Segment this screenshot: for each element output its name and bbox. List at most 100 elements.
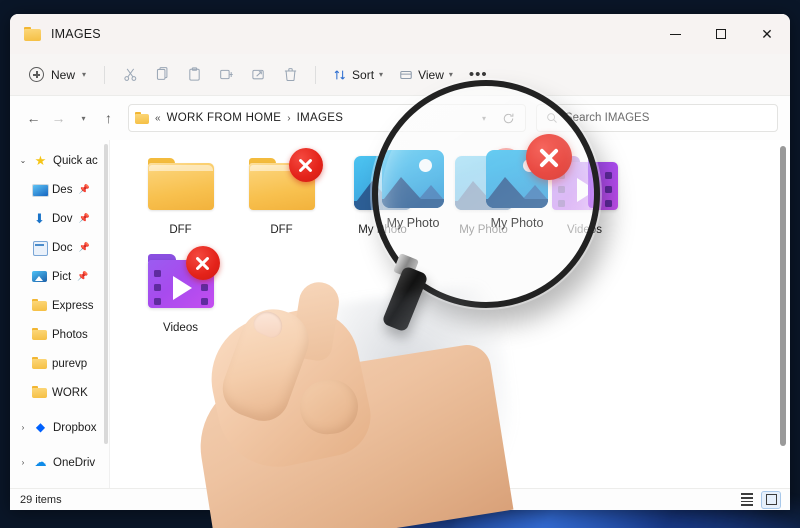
sidebar-item-label: Photos (52, 328, 88, 341)
cut-button[interactable] (114, 60, 146, 90)
delete-button[interactable] (274, 60, 306, 90)
back-arrow-icon: ← (26, 110, 41, 126)
sidebar-item-photos[interactable]: Photos (12, 320, 108, 349)
forward-button[interactable]: → (47, 104, 70, 132)
download-icon: ⬇ (34, 211, 45, 226)
file-name-label: My Photo (358, 224, 407, 236)
pin-icon: 📌 (77, 271, 89, 281)
copy-button[interactable] (146, 60, 178, 90)
file-grid: DFF DFF My Photo My Photo Videos Videos (130, 148, 635, 334)
share-icon (251, 69, 264, 80)
document-icon (32, 240, 48, 256)
close-button[interactable]: ✕ (744, 14, 790, 54)
file-thumbnail (445, 148, 523, 220)
sidebar-item-work[interactable]: WORK (12, 378, 108, 407)
chevron-down-icon-quick[interactable]: ⌄ (18, 156, 28, 165)
sort-button-label: Sort (352, 67, 375, 82)
overflow-menu-button[interactable]: ••• (461, 62, 496, 87)
folder-icon (32, 327, 47, 342)
pin-icon: 📌 (78, 184, 90, 194)
sidebar-item-documents[interactable]: Doc 📌 (12, 233, 108, 262)
sidebar-item-quick-access[interactable]: ⌄ ★ Quick ac (12, 146, 108, 175)
minimize-button[interactable] (652, 14, 698, 54)
file-name-label: DFF (270, 224, 293, 236)
maximize-icon (716, 29, 726, 39)
sort-button[interactable]: Sort ▾ (325, 63, 391, 87)
refresh-button[interactable] (497, 107, 519, 129)
large-icons-view-button[interactable] (761, 490, 781, 509)
sidebar-item-dropbox[interactable]: › ◆ Dropbox (12, 413, 108, 442)
sidebar-scrollbar[interactable] (104, 144, 108, 444)
sidebar-item-pictures[interactable]: Pict 📌 (12, 262, 108, 291)
paste-button[interactable] (178, 60, 210, 90)
copy-icon (156, 67, 167, 80)
sidebar-item-label: OneDriv (53, 456, 96, 469)
sort-icon (334, 69, 345, 80)
item-count-label: 29 items (20, 493, 62, 506)
address-bar-actions: ▾ (473, 107, 519, 129)
maximize-button[interactable] (698, 14, 744, 54)
chevron-right-icon-dropbox[interactable]: › (18, 423, 28, 432)
back-button[interactable]: ← (22, 104, 45, 132)
folder-icon (32, 298, 47, 313)
breadcrumb-separator: › (287, 112, 291, 124)
sidebar-item-purevpn[interactable]: purevp (12, 349, 108, 378)
pin-icon: 📌 (78, 242, 90, 252)
chevron-down-icon-recent: ▾ (81, 113, 86, 123)
file-name-label: Videos (163, 322, 198, 334)
search-input[interactable]: Search IMAGES (565, 112, 649, 124)
paste-icon (188, 67, 200, 81)
title-bar: IMAGES ✕ (10, 14, 790, 54)
breadcrumb-overflow[interactable]: « (155, 113, 161, 124)
file-thumbnail (344, 148, 422, 220)
folder-icon-address (135, 112, 149, 124)
chevron-down-icon-view: ▾ (448, 70, 453, 79)
file-item-dff-2[interactable]: DFF (231, 148, 332, 236)
sidebar-item-label: Pict (52, 270, 72, 283)
toolbar-divider (104, 65, 106, 84)
window-title: IMAGES (51, 27, 101, 41)
file-list-pane[interactable]: DFF DFF My Photo My Photo Videos Videos (110, 140, 790, 488)
rename-icon (219, 69, 233, 80)
up-button[interactable]: ↑ (97, 104, 120, 132)
search-box[interactable]: Search IMAGES (536, 104, 778, 132)
share-button[interactable] (242, 60, 274, 90)
view-button-label: View (418, 67, 444, 82)
file-item-videos-1[interactable]: Videos (534, 148, 635, 236)
recent-locations-button[interactable]: ▾ (72, 104, 95, 132)
file-item-my-photo-2[interactable]: My Photo (433, 148, 534, 236)
new-button-label: New (51, 67, 76, 82)
content-scrollbar[interactable] (780, 146, 786, 446)
delete-icon (284, 68, 296, 82)
file-thumbnail (243, 148, 323, 220)
chevron-right-icon-onedrive[interactable]: › (18, 458, 28, 467)
ellipsis-icon: ••• (468, 66, 488, 83)
breadcrumb-item-0[interactable]: WORK FROM HOME (167, 112, 282, 124)
details-view-button[interactable] (738, 492, 756, 508)
dropbox-icon: ◆ (35, 420, 46, 434)
sidebar-item-onedrive[interactable]: › ☁ OneDriv (12, 448, 108, 477)
folder-icon (32, 356, 47, 371)
sidebar-item-label: Des (52, 183, 73, 196)
file-item-dff-1[interactable]: DFF (130, 148, 231, 236)
rename-button[interactable] (210, 60, 242, 90)
sidebar-item-downloads[interactable]: ⬇ Dov 📌 (12, 204, 108, 233)
file-item-my-photo-1[interactable]: My Photo (332, 148, 433, 236)
address-bar[interactable]: « WORK FROM HOME › IMAGES ▾ (128, 104, 526, 132)
cloud-icon: ☁ (34, 455, 47, 469)
window-controls: ✕ (652, 14, 790, 54)
refresh-icon (503, 113, 513, 123)
file-name-label: My Photo (459, 224, 508, 236)
new-button[interactable]: New ▾ (20, 62, 95, 87)
file-thumbnail (142, 148, 220, 220)
sidebar-item-desktop[interactable]: Des 📌 (12, 175, 108, 204)
desktop-icon (32, 182, 49, 197)
address-dropdown-button[interactable]: ▾ (473, 107, 495, 129)
chevron-down-icon-address: ▾ (481, 113, 486, 123)
file-item-videos-2[interactable]: Videos (130, 246, 231, 334)
view-button[interactable]: View ▾ (391, 63, 461, 87)
folder-icon (32, 385, 47, 400)
breadcrumb-item-1[interactable]: IMAGES (297, 112, 344, 124)
image-file-icon (353, 156, 412, 210)
sidebar-item-express[interactable]: Express (12, 291, 108, 320)
